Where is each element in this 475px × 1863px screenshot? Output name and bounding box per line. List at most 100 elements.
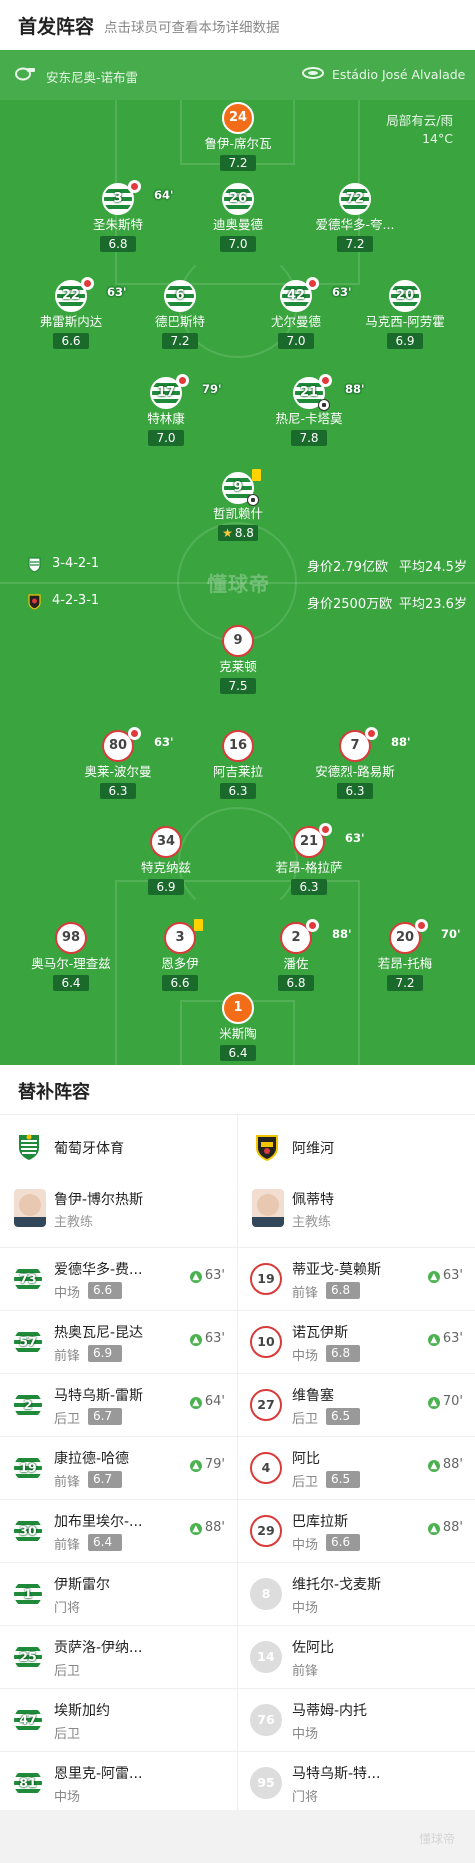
- player-rating: 6.3: [337, 783, 373, 799]
- player-rating: 7.2: [337, 236, 373, 252]
- pitch-player-home[interactable]: 6 德巴斯特 7.2: [125, 280, 235, 349]
- player-rating: 6.9: [88, 1345, 122, 1362]
- substitution-icon: [128, 180, 141, 193]
- home-team-header[interactable]: 葡萄牙体育: [0, 1115, 237, 1177]
- pitch-player-home[interactable]: 42 63' 尤尔曼德 7.0: [241, 277, 352, 349]
- pitch-player-home[interactable]: 24 鲁伊-席尔瓦 7.2: [183, 102, 293, 171]
- player-position: 中场: [292, 1538, 319, 1553]
- player-name: 热奥瓦尼-昆达: [54, 1325, 144, 1341]
- player-rating: 6.8: [278, 975, 314, 991]
- sub-in-arrow-icon: ▲: [427, 1271, 440, 1283]
- pitch-player-home[interactable]: 20 马克西-阿劳霍 6.9: [350, 280, 460, 349]
- player-rating: 6.5: [326, 1408, 360, 1425]
- player-number: 1: [222, 992, 254, 1024]
- home-formation: 3-4-2-1: [52, 556, 100, 571]
- player-position: 前锋: [292, 1664, 319, 1679]
- sporting-badge-icon: [19, 1134, 39, 1160]
- player-number: 80: [108, 738, 128, 753]
- pitch-player-home[interactable]: 17 79' 特林康 7.0: [111, 374, 222, 446]
- sub-minute: 64': [154, 188, 174, 202]
- pitch-player-away[interactable]: 80 63' 奥莱-波尔曼 6.3: [63, 727, 174, 799]
- player-number: 4: [250, 1452, 282, 1484]
- coach-name: 佩蒂特: [292, 1192, 334, 1208]
- player-name: 热尼-卡塔莫: [275, 411, 343, 426]
- substitute-row[interactable]: 19 蒂亚戈-莫赖斯 前锋 6.8 ▲ 63': [238, 1247, 475, 1310]
- substitute-row[interactable]: 57 热奥瓦尼-昆达 前锋 6.9 ▲ 63': [0, 1310, 237, 1373]
- player-rating: 7.0: [148, 430, 184, 446]
- temperature-text: 14°C: [422, 131, 453, 146]
- coach-name: 鲁伊-博尔热斯: [54, 1192, 144, 1208]
- player-name: 维托尔-戈麦斯: [292, 1577, 382, 1593]
- substitutes-section: 替补阵容 葡萄牙体育 鲁伊-博尔热斯 主教练 73 爱德华多-费... 中场 6…: [0, 1065, 475, 1810]
- pitch-player-away[interactable]: 3 恩多伊 6.6: [125, 919, 235, 991]
- substitute-row[interactable]: 76 马蒂姆-内托 中场: [238, 1688, 475, 1751]
- player-name: 马克西-阿劳霍: [365, 314, 445, 329]
- substitute-row[interactable]: 95 马特乌斯-特... 门将: [238, 1751, 475, 1814]
- player-name: 爱德华多-费...: [54, 1262, 143, 1278]
- away-coach[interactable]: 佩蒂特 主教练: [238, 1177, 475, 1247]
- pitch-player-away[interactable]: 34 特克纳兹 6.9: [111, 826, 221, 895]
- player-number: 30: [12, 1515, 44, 1547]
- player-rating: 6.7: [88, 1471, 122, 1488]
- player-number: 25: [12, 1641, 44, 1673]
- pitch-player-away[interactable]: 2 88' 潘佐 6.8: [241, 919, 352, 991]
- pitch-player-home[interactable]: 72 爱德华多-夸... 7.2: [300, 183, 410, 252]
- player-position: 后卫: [54, 1727, 81, 1742]
- substitute-row[interactable]: 30 加布里埃尔-... 前锋 6.4 ▲ 88': [0, 1499, 237, 1562]
- substitute-row[interactable]: 47 埃斯加约 后卫: [0, 1688, 237, 1751]
- pitch-player-away[interactable]: 21 63' 若昂-格拉萨 6.3: [254, 823, 365, 895]
- home-coach[interactable]: 鲁伊-博尔热斯 主教练: [0, 1177, 237, 1247]
- pitch-player-away[interactable]: 20 70' 若昂-托梅 7.2: [350, 919, 461, 991]
- pitch-player-away[interactable]: 1 米斯陶 6.4: [183, 992, 293, 1061]
- substitutes-title: 替补阵容: [18, 1082, 90, 1103]
- player-position: 后卫: [54, 1664, 81, 1679]
- substitute-row[interactable]: 8 维托尔-戈麦斯 中场: [238, 1562, 475, 1625]
- sub-in-time: ▲ 70': [427, 1394, 463, 1409]
- sub-in-arrow-icon: ▲: [189, 1397, 202, 1409]
- substitute-row[interactable]: 14 佐阿比 前锋: [238, 1625, 475, 1688]
- substitute-row[interactable]: 4 阿比 后卫 6.5 ▲ 88': [238, 1436, 475, 1499]
- substitute-row[interactable]: 27 维鲁塞 后卫 6.5 ▲ 70': [238, 1373, 475, 1436]
- team-name: 阿维河: [292, 1141, 334, 1157]
- substitute-row[interactable]: 29 巴库拉斯 中场 6.6 ▲ 88': [238, 1499, 475, 1562]
- player-rating: 6.3: [220, 783, 256, 799]
- player-number: 9: [222, 625, 254, 657]
- pitch-player-home[interactable]: 9 哲凯赖什 ★ 8.8: [183, 469, 293, 541]
- player-rating: 6.6: [162, 975, 198, 991]
- substitute-row[interactable]: 1 伊斯雷尔 门将: [0, 1562, 237, 1625]
- pitch-player-away[interactable]: 7 88' 安德烈-路易斯 6.3: [300, 727, 411, 799]
- stadium-icon: [302, 67, 324, 79]
- player-number: 20: [395, 930, 415, 945]
- pitch-player-home[interactable]: 22 63' 弗雷斯内达 6.6: [16, 277, 127, 349]
- footer-watermark: 懂球帝: [418, 1832, 455, 1846]
- substitute-row[interactable]: 2 马特乌斯-雷斯 后卫 6.7 ▲ 64': [0, 1373, 237, 1436]
- player-name: 佐阿比: [292, 1640, 334, 1656]
- pitch-player-away[interactable]: 98 奥马尔-理查兹 6.4: [16, 922, 126, 991]
- player-name: 康拉德-哈德: [54, 1451, 130, 1467]
- player-rating: 6.3: [291, 879, 327, 895]
- pitch-player-away[interactable]: 16 阿吉莱拉 6.3: [183, 730, 293, 799]
- player-number: 9: [233, 480, 243, 495]
- substitute-row[interactable]: 10 诺瓦伊斯 中场 6.8 ▲ 63': [238, 1310, 475, 1373]
- pitch-player-home[interactable]: 21 88' 热尼-卡塔莫 7.8: [254, 374, 365, 446]
- player-number: 8: [250, 1578, 282, 1610]
- sub-in-minute: 63': [442, 1331, 463, 1346]
- player-number: 20: [389, 280, 421, 312]
- player-number: 14: [250, 1641, 282, 1673]
- home-substitutes: 葡萄牙体育 鲁伊-博尔热斯 主教练 73 爱德华多-费... 中场 6.6 ▲ 6…: [0, 1115, 237, 1810]
- player-name: 特林康: [147, 411, 185, 426]
- player-rating: 7.5: [220, 678, 256, 694]
- pitch-player-away[interactable]: 9 克莱顿 7.5: [183, 625, 293, 694]
- substitute-row[interactable]: 19 康拉德-哈德 前锋 6.7 ▲ 79': [0, 1436, 237, 1499]
- substitute-row[interactable]: 73 爱德华多-费... 中场 6.6 ▲ 63': [0, 1247, 237, 1310]
- pitch-player-home[interactable]: 26 迪奥曼德 7.0: [183, 183, 293, 252]
- substitute-row[interactable]: 25 贡萨洛-伊纳... 后卫: [0, 1625, 237, 1688]
- player-number: 98: [55, 922, 87, 954]
- substitute-row[interactable]: 81 恩里克-阿雷... 中场: [0, 1751, 237, 1814]
- pitch-player-home[interactable]: 3 64' 圣朱斯特 6.8: [63, 180, 174, 252]
- player-rating: 6.8: [326, 1282, 360, 1299]
- sub-in-time: ▲ 63': [427, 1331, 463, 1346]
- player-rating: 6.8: [326, 1345, 360, 1362]
- player-number: 3: [175, 930, 185, 945]
- away-team-header[interactable]: 阿维河: [238, 1115, 475, 1177]
